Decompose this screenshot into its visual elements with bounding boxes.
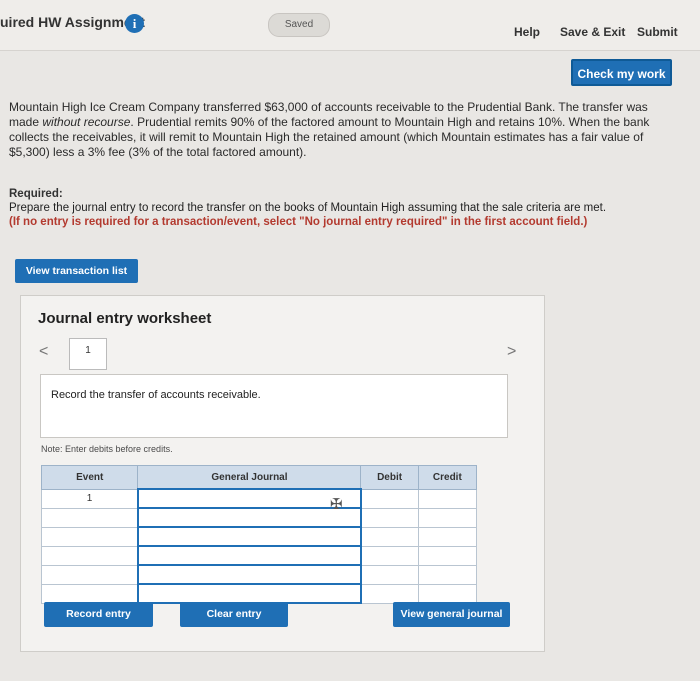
- worksheet-title: Journal entry worksheet: [38, 310, 212, 327]
- info-icon[interactable]: i: [125, 14, 144, 33]
- account-field[interactable]: [136, 488, 362, 509]
- problem-text-italic: without recourse: [42, 115, 131, 129]
- view-transaction-list-button[interactable]: View transaction list: [15, 259, 138, 283]
- problem-statement: Mountain High Ice Cream Company transfer…: [9, 100, 679, 160]
- event-cell: 1: [40, 488, 139, 509]
- transaction-description-box: Record the transfer of accounts receivab…: [40, 374, 508, 438]
- debit-field[interactable]: [360, 488, 419, 509]
- required-text: Prepare the journal entry to record the …: [9, 202, 607, 214]
- worksheet-page-number[interactable]: 1: [69, 338, 107, 370]
- event-cell: [40, 564, 139, 585]
- clear-entry-button[interactable]: Clear entry: [180, 602, 288, 627]
- credit-field[interactable]: [417, 583, 478, 604]
- chevron-right-icon[interactable]: >: [507, 343, 516, 361]
- cursor-move-icon: ✠: [330, 496, 343, 513]
- column-header-credit: Credit: [417, 465, 478, 490]
- top-bar: uired HW Assignment i Saved Help Save & …: [0, 0, 700, 51]
- save-exit-link[interactable]: Save & Exit: [560, 25, 625, 39]
- required-note: (If no entry is required for a transacti…: [9, 216, 588, 228]
- table-row: [40, 526, 478, 547]
- debit-field[interactable]: [360, 545, 419, 566]
- event-cell: [40, 526, 139, 547]
- event-cell: [40, 507, 139, 528]
- account-field[interactable]: [136, 526, 362, 547]
- event-cell: [40, 545, 139, 566]
- help-link[interactable]: Help: [514, 25, 540, 39]
- credit-field[interactable]: [417, 564, 478, 585]
- debit-field[interactable]: [360, 526, 419, 547]
- table-row: [40, 564, 478, 585]
- event-cell: [40, 583, 139, 604]
- account-field[interactable]: [136, 583, 362, 604]
- assignment-title: uired HW Assignment: [0, 14, 145, 30]
- table-row: [40, 583, 478, 604]
- debit-field[interactable]: [360, 564, 419, 585]
- check-my-work-button[interactable]: Check my work: [571, 59, 672, 86]
- table-row: [40, 545, 478, 566]
- credit-field[interactable]: [417, 488, 478, 509]
- view-general-journal-button[interactable]: View general journal: [393, 602, 510, 627]
- table-row: [40, 507, 478, 528]
- credit-field[interactable]: [417, 545, 478, 566]
- table-row: 1: [40, 488, 478, 509]
- debits-note: Note: Enter debits before credits.: [41, 444, 173, 454]
- debit-field[interactable]: [360, 507, 419, 528]
- transaction-description: Record the transfer of accounts receivab…: [51, 389, 261, 401]
- required-label: Required:: [9, 188, 63, 200]
- debit-field[interactable]: [360, 583, 419, 604]
- submit-link[interactable]: Submit: [637, 25, 678, 39]
- saved-status-badge: Saved: [268, 13, 330, 37]
- record-entry-button[interactable]: Record entry: [44, 602, 153, 627]
- account-field[interactable]: [136, 545, 362, 566]
- column-header-general-journal: General Journal: [137, 465, 362, 490]
- chevron-left-icon[interactable]: <: [39, 343, 48, 361]
- credit-field[interactable]: [417, 526, 478, 547]
- column-header-event: Event: [40, 465, 139, 490]
- credit-field[interactable]: [417, 507, 478, 528]
- account-field[interactable]: [136, 507, 362, 528]
- journal-entry-worksheet: Journal entry worksheet < 1 > Record the…: [20, 295, 545, 652]
- column-header-debit: Debit: [360, 465, 419, 490]
- required-section: Required: Prepare the journal entry to r…: [9, 187, 689, 229]
- account-field[interactable]: [136, 564, 362, 585]
- journal-table: Event General Journal Debit Credit 1: [40, 465, 478, 604]
